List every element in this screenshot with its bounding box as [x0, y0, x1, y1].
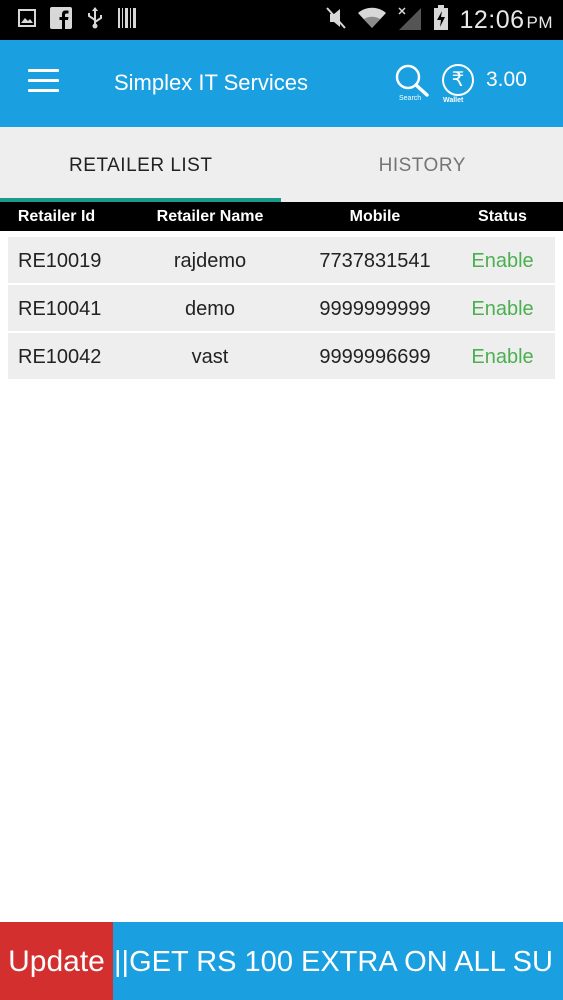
table-row[interactable]: RE10041 demo 9999999999 Enable	[8, 285, 555, 331]
status-time: 12:06 PM	[459, 6, 553, 35]
retailer-id: RE10041	[18, 298, 102, 320]
column-header-mobile: Mobile	[349, 208, 401, 225]
table-row[interactable]: RE10042 vast 9999996699 Enable	[8, 333, 555, 379]
barcode-icon	[118, 7, 136, 33]
hamburger-icon-line	[28, 79, 59, 82]
retailer-name: demo	[184, 298, 236, 320]
column-header-retailer-id: Retailer Id	[17, 208, 96, 225]
retailer-status: Enable	[471, 250, 534, 272]
tab-retailer-list[interactable]: RETAILER LIST	[0, 127, 282, 202]
rupee-icon: ₹	[442, 64, 474, 96]
wifi-icon	[357, 6, 387, 35]
news-ticker: Update ||GET RS 100 EXTRA ON ALL SU	[0, 922, 563, 1000]
retailer-mobile: 9999996699	[319, 346, 431, 368]
facebook-icon	[50, 6, 72, 34]
update-button[interactable]: Update	[0, 922, 113, 1000]
signal-icon	[397, 6, 423, 35]
status-bar: 12:06 PM	[0, 0, 563, 40]
column-header-retailer-name: Retailer Name	[156, 208, 264, 225]
status-bar-left	[18, 6, 136, 34]
retailer-id: RE10042	[18, 346, 102, 368]
retailer-mobile: 9999999999	[319, 298, 431, 320]
search-button[interactable]: Search	[394, 63, 434, 105]
status-time-value: 12:06	[459, 5, 525, 34]
column-header-status: Status	[478, 208, 527, 225]
wallet-balance: 3.00	[486, 68, 527, 91]
retailer-mobile: 7737831541	[319, 250, 431, 272]
tab-bar: RETAILER LIST HISTORY	[0, 127, 563, 202]
status-time-ampm: PM	[526, 12, 553, 32]
ticker-message: ||GET RS 100 EXTRA ON ALL SU	[114, 946, 553, 978]
hamburger-icon-line	[28, 89, 59, 92]
retailer-name: vast	[191, 346, 229, 368]
app-title: Simplex IT Services	[114, 70, 308, 95]
hamburger-icon-line	[28, 69, 59, 72]
retailer-list: RE10019 rajdemo 7737831541 Enable RE1004…	[8, 237, 555, 381]
status-bar-right: 12:06 PM	[325, 4, 553, 36]
retailer-status: Enable	[471, 346, 534, 368]
search-caption: Search	[399, 95, 422, 102]
wallet-button[interactable]: ₹ Wallet	[441, 63, 477, 105]
retailer-status: Enable	[471, 298, 534, 320]
menu-button[interactable]	[28, 69, 60, 95]
gallery-icon	[18, 8, 36, 32]
usb-icon	[86, 6, 104, 34]
retailer-name: rajdemo	[173, 250, 247, 272]
mute-icon	[325, 6, 347, 35]
screen: 12:06 PM Simplex IT Services Search ₹ Wal…	[0, 0, 563, 1000]
app-bar: Simplex IT Services Search ₹ Wallet 3.00	[0, 40, 563, 127]
search-icon	[395, 64, 429, 97]
wallet-caption: Wallet	[443, 97, 464, 104]
table-header: Retailer Id Retailer Name Mobile Status	[0, 202, 563, 231]
battery-icon	[433, 4, 449, 36]
tab-history[interactable]: HISTORY	[282, 127, 563, 202]
table-row[interactable]: RE10019 rajdemo 7737831541 Enable	[8, 237, 555, 283]
retailer-id: RE10019	[18, 250, 102, 272]
